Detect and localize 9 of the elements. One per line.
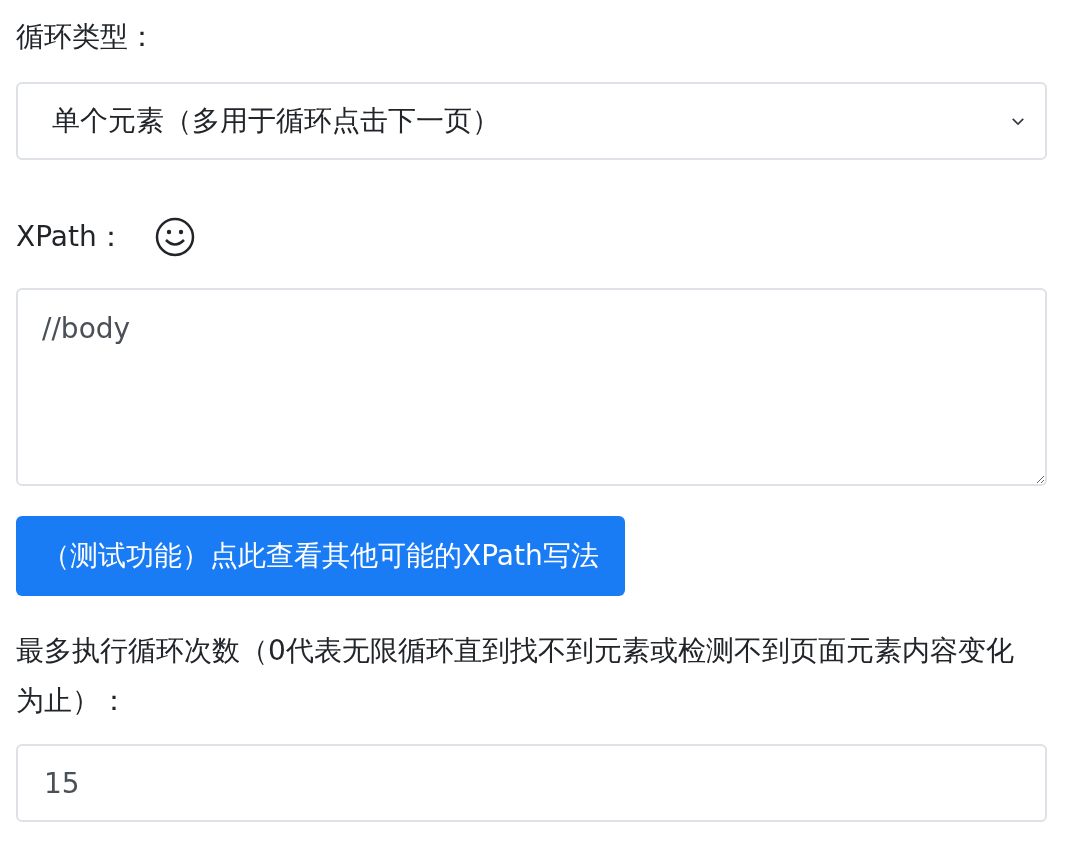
xpath-textarea[interactable]: //body	[16, 288, 1047, 486]
xpath-test-button[interactable]: （测试功能）点此查看其他可能的XPath写法	[16, 516, 625, 596]
chevron-down-icon	[1011, 116, 1025, 126]
max-loops-input[interactable]: 15	[16, 744, 1047, 822]
loop-type-select[interactable]: 单个元素（多用于循环点击下一页）	[16, 82, 1047, 160]
field-label: 循环类型：	[16, 19, 157, 55]
field-label: XPath：	[16, 219, 125, 255]
smiley-icon[interactable]	[154, 217, 195, 257]
field-label: 最多执行循环次数（0代表无限循环直到找不到元素或检测不到页面元素内容变化为止）：	[16, 633, 1015, 719]
